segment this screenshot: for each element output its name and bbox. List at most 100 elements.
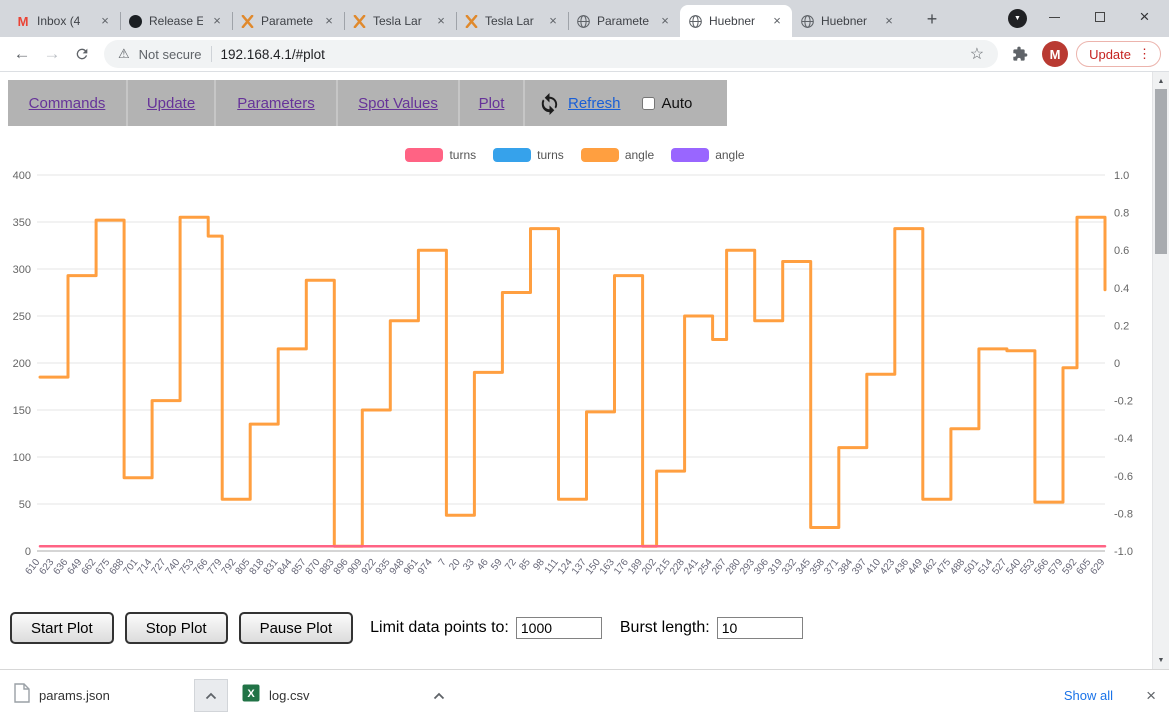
- minimize-button[interactable]: [1032, 0, 1077, 34]
- download-caret-icon[interactable]: [422, 679, 456, 712]
- refresh-link[interactable]: Refresh: [568, 95, 621, 112]
- tab-label: Tesla Lar: [485, 14, 539, 28]
- scroll-down-arrow-icon[interactable]: ▼: [1153, 652, 1169, 668]
- right-axis-labels: 1.00.80.60.40.20-0.2-0.4-0.6-0.8-1.0: [1114, 170, 1133, 558]
- bookmark-star-icon[interactable]: ☆: [970, 44, 984, 64]
- tab-close-icon[interactable]: ×: [433, 13, 449, 29]
- limit-input[interactable]: [516, 617, 602, 639]
- browser-address-bar: ← → ⚠ Not secure 192.168.4.1/#plot ☆ M U…: [0, 37, 1169, 72]
- vertical-scrollbar[interactable]: ▲ ▼: [1152, 72, 1169, 669]
- browser-tab-tesla-2[interactable]: Tesla Lar ×: [456, 5, 568, 37]
- tab-close-icon[interactable]: ×: [881, 13, 897, 29]
- stop-plot-button[interactable]: Stop Plot: [125, 612, 228, 644]
- nav-cell: Parameters: [216, 80, 338, 126]
- not-secure-warning-icon: ⚠: [118, 46, 130, 62]
- download-caret-icon[interactable]: [194, 679, 228, 712]
- browser-tab-huebner-active[interactable]: Huebner ×: [680, 5, 792, 37]
- url-omnibox[interactable]: ⚠ Not secure 192.168.4.1/#plot ☆: [104, 40, 998, 68]
- window-controls: ×: [1032, 0, 1167, 34]
- scroll-up-arrow-icon[interactable]: ▲: [1153, 73, 1169, 89]
- url-text[interactable]: 192.168.4.1/#plot: [221, 47, 961, 62]
- browser-tab-release[interactable]: Release E ×: [120, 5, 232, 37]
- forward-icon[interactable]: →: [38, 40, 66, 68]
- svg-text:33: 33: [461, 557, 477, 573]
- nav-link-parameters[interactable]: Parameters: [237, 95, 315, 112]
- nav-link-plot[interactable]: Plot: [479, 95, 505, 112]
- start-plot-button[interactable]: Start Plot: [10, 612, 114, 644]
- browser-tab-parameters-1[interactable]: Paramete ×: [232, 5, 344, 37]
- back-icon[interactable]: ←: [8, 40, 36, 68]
- nav-cell: Commands: [8, 80, 128, 126]
- download-item-log-csv[interactable]: X log.csv: [228, 670, 456, 721]
- gridlines: [37, 175, 1105, 551]
- nav-cell: Update: [128, 80, 216, 126]
- downloads-bar: params.json X log.csv Show all ×: [0, 669, 1169, 721]
- browser-tab-huebner-2[interactable]: Huebner ×: [792, 5, 904, 37]
- globe-icon: [575, 13, 591, 29]
- tab-label: Inbox (4: [37, 14, 91, 28]
- gmail-icon: M: [15, 13, 31, 29]
- scrollbar-thumb[interactable]: [1155, 89, 1167, 254]
- nav-cell: Spot Values: [338, 80, 460, 126]
- browser-tab-strip: M Inbox (4 × Release E × Paramete × Tesl…: [0, 0, 1169, 37]
- nav-link-update[interactable]: Update: [147, 95, 195, 112]
- profile-avatar[interactable]: M: [1042, 41, 1068, 67]
- plot-chart: 0501001502002503003504001.00.80.60.40.20…: [0, 160, 1150, 612]
- limit-label: Limit data points to:: [370, 619, 509, 637]
- svg-text:300: 300: [13, 264, 31, 276]
- download-item-params-json[interactable]: params.json: [0, 670, 228, 721]
- browser-tab-inbox[interactable]: M Inbox (4 ×: [8, 5, 120, 37]
- tab-label: Huebner: [709, 14, 763, 28]
- new-tab-button[interactable]: +: [920, 7, 944, 31]
- svg-text:350: 350: [13, 217, 31, 229]
- downloads-bar-close-icon[interactable]: ×: [1146, 686, 1156, 706]
- chrome-update-button[interactable]: Update ⋮: [1076, 41, 1161, 67]
- tab-close-icon[interactable]: ×: [545, 13, 561, 29]
- excel-file-icon: X: [242, 684, 260, 707]
- maximize-button[interactable]: [1077, 0, 1122, 34]
- svg-text:X: X: [247, 688, 255, 700]
- svg-text:0: 0: [25, 546, 31, 558]
- tab-label: Paramete: [597, 14, 651, 28]
- update-label: Update: [1089, 47, 1131, 62]
- reload-icon[interactable]: [68, 40, 96, 68]
- auto-checkbox[interactable]: [642, 97, 655, 110]
- svg-text:974: 974: [416, 557, 435, 577]
- browser-tab-tesla-1[interactable]: Tesla Lar ×: [344, 5, 456, 37]
- tab-close-icon[interactable]: ×: [769, 13, 785, 29]
- svg-text:-0.6: -0.6: [1114, 471, 1133, 483]
- tab-label: Release E: [149, 14, 203, 28]
- close-button[interactable]: ×: [1122, 0, 1167, 34]
- nav-link-spot-values[interactable]: Spot Values: [358, 95, 438, 112]
- svg-text:150: 150: [13, 405, 31, 417]
- svg-text:50: 50: [19, 499, 31, 511]
- svg-text:-1.0: -1.0: [1114, 546, 1133, 558]
- nav-link-commands[interactable]: Commands: [29, 95, 106, 112]
- browser-tab-parameters-2[interactable]: Paramete ×: [568, 5, 680, 37]
- svg-text:46: 46: [475, 557, 491, 573]
- download-filename: log.csv: [269, 688, 309, 703]
- globe-icon: [799, 13, 815, 29]
- refresh-sync-icon[interactable]: [537, 91, 561, 115]
- media-control-icon[interactable]: ▼: [1008, 9, 1027, 28]
- pause-plot-button[interactable]: Pause Plot: [239, 612, 354, 644]
- tab-label: Tesla Lar: [373, 14, 427, 28]
- svg-text:85: 85: [517, 557, 533, 573]
- page-content: Commands Update Parameters Spot Values P…: [0, 72, 1152, 669]
- nav-cell-refresh: Refresh Auto: [525, 80, 727, 126]
- auto-label: Auto: [662, 95, 693, 112]
- x-axis-labels: 6106236366496626756887017147277407537667…: [23, 557, 1107, 577]
- tab-close-icon[interactable]: ×: [209, 13, 225, 29]
- tab-label: Paramete: [261, 14, 315, 28]
- svg-text:0.8: 0.8: [1114, 208, 1129, 220]
- tab-close-icon[interactable]: ×: [97, 13, 113, 29]
- burst-input[interactable]: [717, 617, 803, 639]
- svg-text:629: 629: [1088, 557, 1107, 577]
- show-all-downloads-link[interactable]: Show all: [1064, 688, 1113, 703]
- tab-close-icon[interactable]: ×: [321, 13, 337, 29]
- tab-close-icon[interactable]: ×: [657, 13, 673, 29]
- svg-text:0: 0: [1114, 358, 1120, 370]
- extensions-puzzle-icon[interactable]: [1006, 40, 1034, 68]
- svg-text:-0.4: -0.4: [1114, 433, 1133, 445]
- svg-text:200: 200: [13, 358, 31, 370]
